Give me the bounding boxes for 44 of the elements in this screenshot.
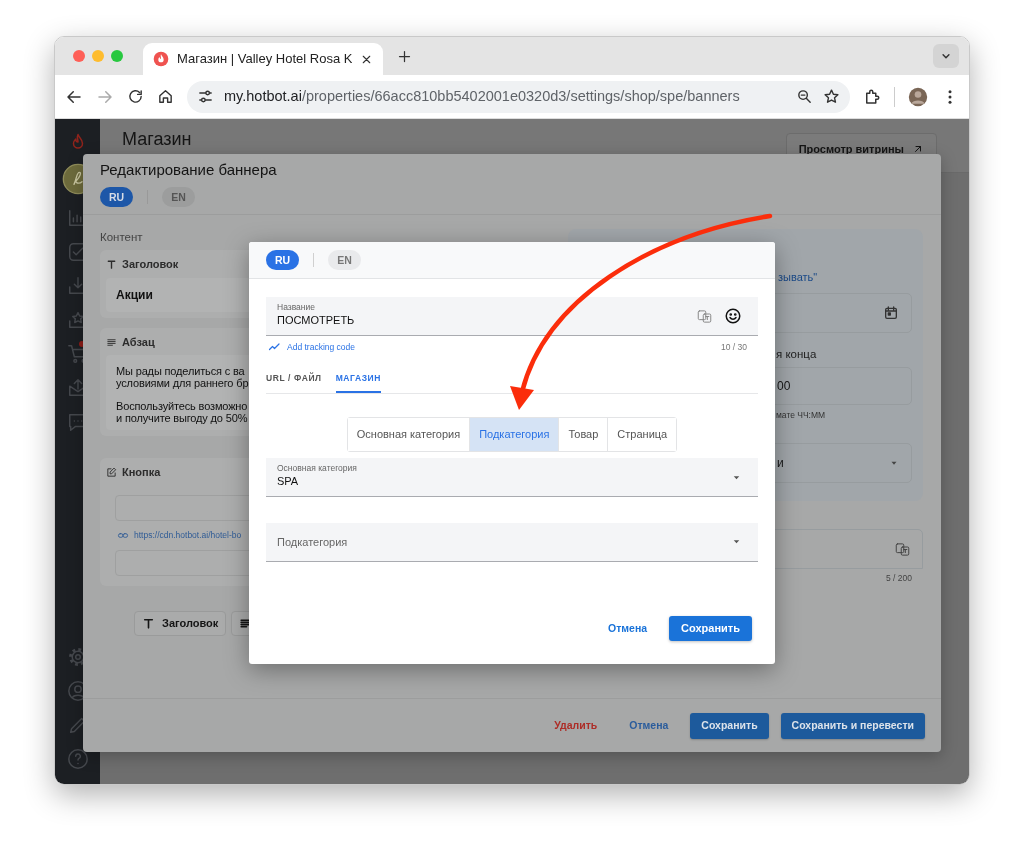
subcategory-select[interactable]: Подкатегория — [266, 522, 758, 562]
language-tab[interactable]: RU — [266, 250, 300, 270]
language-tab[interactable]: RU — [100, 187, 134, 207]
select-value: SPA — [277, 474, 299, 487]
url-text: my.hotbot.ai/properties/66acc810bb5402001e0320d3/settings/shop/spe/banners — [224, 86, 741, 106]
save-and-translate-button[interactable]: Сохранить и перевести — [780, 712, 925, 739]
delete-button[interactable]: Удалить — [544, 713, 608, 738]
save-button[interactable]: Сохранить — [669, 616, 752, 641]
dialog-title: Редактирование баннера — [100, 161, 278, 179]
select-placeholder: Подкатегория — [277, 534, 348, 550]
panel-link[interactable]: зывать" — [778, 271, 818, 283]
field-label: Название — [277, 302, 315, 312]
field-value: 00 — [777, 378, 791, 396]
link[interactable]: https://cdn.hotbot.ai/hotel-bo — [134, 528, 242, 542]
page-title: Магазин — [122, 129, 192, 151]
add-heading-button[interactable]: Заголовок — [134, 610, 227, 636]
category-select[interactable]: Основная категория SPA — [266, 457, 758, 497]
tab[interactable]: МАГАЗИН — [335, 370, 382, 393]
language-tab[interactable]: EN — [328, 250, 361, 270]
language-tab[interactable]: EN — [162, 187, 195, 207]
cancel-button[interactable]: Отмена — [598, 616, 658, 641]
block-label: Абзац — [122, 334, 155, 350]
character-counter: 5 / 200 — [886, 573, 912, 583]
select-value: и — [777, 455, 784, 472]
field-value: ПОСМОТРЕТЬ — [277, 314, 355, 326]
paragraph-text: Мы рады поделиться с ва условиями для раннего бр — [116, 365, 249, 390]
block-label: Заголовок — [122, 257, 179, 273]
segment-button[interactable]: Подкатегория — [470, 417, 560, 451]
cancel-button[interactable]: Отмена — [619, 713, 679, 738]
paragraph-text: Воспользуйтесь возможно и получите выгоду до 50% — [116, 400, 248, 425]
block-label: Кнопка — [122, 465, 161, 481]
field-label: я конца — [776, 348, 817, 360]
character-counter: 10 / 30 — [721, 340, 748, 354]
tab[interactable]: URL / ФАЙЛ — [266, 370, 322, 393]
address-bar[interactable]: my.hotbot.ai/properties/66acc810bb5402001e0320d3/settings/shop/spe/banners — [187, 80, 850, 113]
save-button[interactable]: Сохранить — [690, 712, 769, 739]
name-field[interactable]: Название ПОСМОТРЕТЬ — [266, 297, 758, 336]
segment-button[interactable]: Основная категория — [347, 417, 471, 451]
tracking-code-link[interactable]: Add tracking code — [266, 340, 356, 354]
field-hint: мате ЧЧ:ММ — [776, 410, 826, 421]
browser-tab[interactable]: Магазин | Valley Hotel Rosa K — [143, 43, 384, 75]
section-label: Контент — [100, 230, 144, 245]
field-label: Основная категория — [277, 462, 357, 473]
tab-title: Магазин | Valley Hotel Rosa K — [177, 50, 353, 69]
